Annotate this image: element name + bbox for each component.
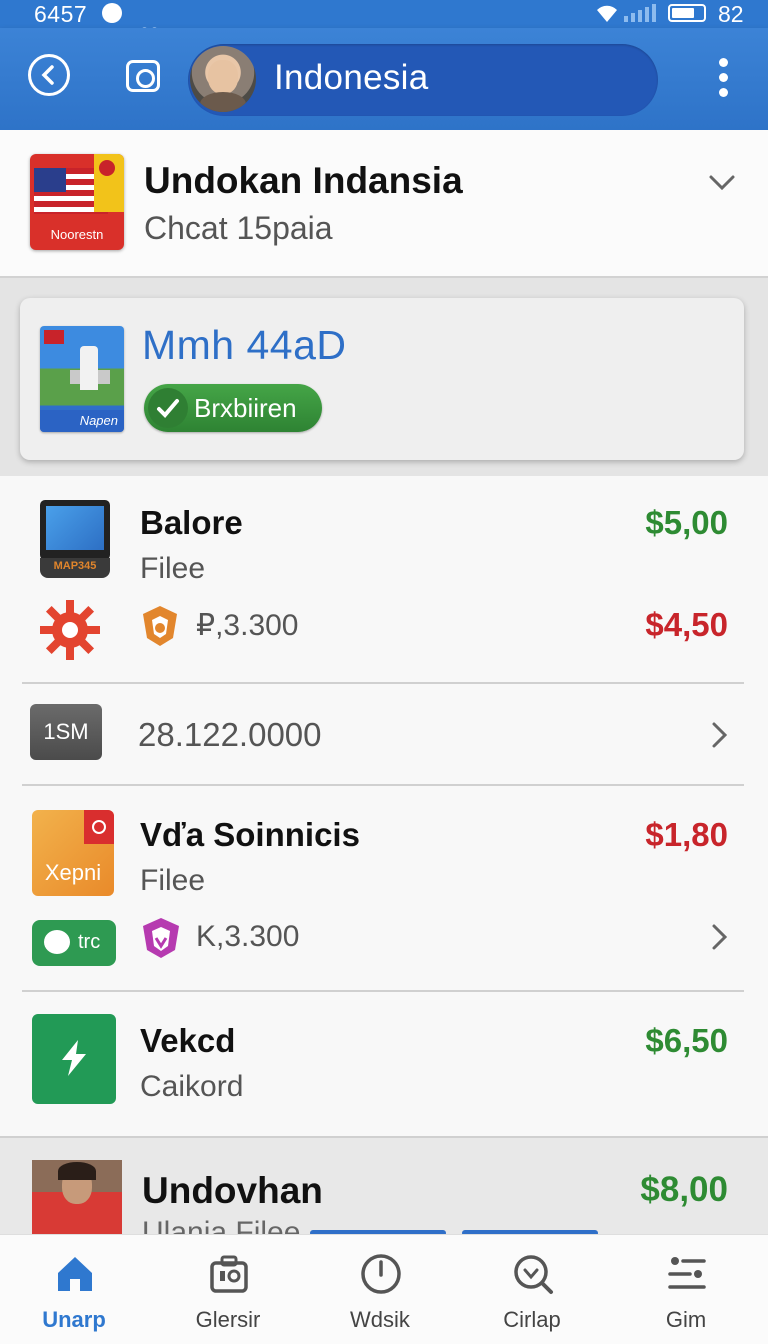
nav-label: Unarp [42,1307,106,1332]
notification-icon [102,3,122,23]
chevron-down-icon[interactable] [708,174,736,192]
more-options-button[interactable] [716,58,730,98]
featured-card[interactable]: Napen Mmh 44aD Brxbiiren [20,298,744,460]
item-price: $8,00 [640,1170,728,1209]
item-value: 28.122.0000 [138,716,322,753]
shield-icon [143,918,179,958]
check-icon [148,388,188,428]
item-subtitle: Filee [140,552,206,585]
status-time: 6457 [34,1,88,27]
bottom-navigation: Unarp Glersir Wdsik Cirlap Gim [0,1234,768,1344]
nav-item-cirlap[interactable]: Cirlap [462,1235,602,1344]
header-subtitle: Chcat 15paia [144,210,333,246]
divider [22,990,744,992]
list-item-preview[interactable]: Undovhan Ulania Filee $8,00 [0,1136,768,1234]
nav-label: Wdsik [350,1307,410,1332]
status-bar: 6457 82 [0,0,768,32]
flag-icon: Noorestn [30,154,124,250]
chevron-right-icon[interactable] [710,720,730,750]
nav-item-home[interactable]: Unarp [4,1235,144,1344]
tile-label: Xepni [44,860,102,885]
monitor-label: MAP345 [53,560,97,572]
bolt-tile-icon [32,1014,116,1104]
briefcase-icon [210,1255,248,1293]
item-subtitle: Caikord [140,1070,244,1103]
monitor-icon: MAP345 [40,500,110,578]
flag-tile-label: Noorestn [50,227,104,242]
chevron-left-icon [41,65,54,85]
item-title: Vekcd [140,1022,236,1059]
featured-section: Napen Mmh 44aD Brxbiiren [0,278,768,476]
gear-icon [40,600,100,660]
item-title: Vďa Soinnicis [140,816,360,853]
chip-badge: 1SM [30,704,102,760]
item-subtitle: Ulania Filee [142,1216,301,1234]
battery-icon [668,4,706,22]
item-title: Balore [140,504,243,541]
item-price: $1,80 [645,816,728,853]
item-subtitle: Filee [140,864,206,897]
item-list: MAP345 Balore Filee $5,00 ₽,3.300 $4,50 … [0,476,768,1136]
featured-thumbnail: Napen [40,326,124,432]
app-tile-icon: Xepni [32,810,114,896]
nav-item-wdsik[interactable]: Wdsik [310,1235,450,1344]
status-badge[interactable]: Brxbiiren [144,384,322,432]
featured-title: Mmh 44aD [142,322,347,368]
country-selector[interactable]: Indonesia [188,44,658,116]
item-secondary-value: ₽,3.300 [196,609,299,642]
divider [22,784,744,786]
avatar [190,46,256,112]
camera-button[interactable] [126,60,160,92]
chat-bubble-icon [44,930,70,954]
item-secondary-price: $4,50 [645,606,728,643]
header-title: Undokan Indansia [144,160,463,201]
item-title: Undovhan [142,1170,323,1211]
wifi-icon [597,5,617,23]
signal-icon [624,4,656,22]
avatar [32,1160,122,1234]
battery-percent: 82 [718,1,744,27]
nav-label: Gim [665,1307,707,1332]
chat-button[interactable]: trc [32,920,116,966]
chevron-right-icon[interactable] [710,922,730,952]
country-header-card[interactable]: Noorestn Undokan Indansia Chcat 15paia [0,130,768,278]
nav-item-gim[interactable]: Gim [616,1235,756,1344]
status-badge-label: Brxbiiren [194,393,297,423]
clock-icon [361,1254,401,1294]
item-price: $5,00 [645,504,728,541]
home-icon [58,1257,92,1291]
chat-label: trc [78,931,101,953]
divider [22,682,744,684]
item-price: $6,50 [645,1022,728,1059]
thumbnail-label: Napen [79,413,118,428]
shield-icon [143,606,177,646]
settings-sliders-icon [668,1257,706,1289]
status-dots-icon [142,12,164,32]
app-bar: Indonesia [0,28,768,130]
nav-label: Cirlap [503,1307,561,1332]
nav-label: Glersir [195,1307,261,1332]
back-button[interactable] [28,54,70,96]
page-title: Indonesia [274,58,429,97]
bolt-icon [62,1040,86,1076]
item-secondary-value: K,3.300 [196,920,300,953]
search-heart-icon [514,1255,553,1294]
nav-item-glersir[interactable]: Glersir [158,1235,298,1344]
